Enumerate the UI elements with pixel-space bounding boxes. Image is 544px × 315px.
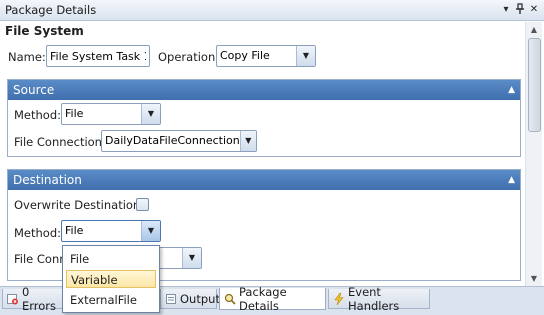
tab-label: Event Handlers — [348, 284, 400, 313]
overwrite-checkbox[interactable] — [136, 198, 149, 211]
source-connection-select[interactable]: DailyDataFileConnection ▼ — [101, 130, 257, 152]
package-details-icon — [224, 293, 236, 305]
tab-output[interactable]: Output — [160, 289, 220, 309]
destination-header-label: Destination — [13, 173, 82, 187]
dropdown-option-variable[interactable]: Variable — [66, 270, 156, 288]
tab-event-handlers[interactable]: Event Handlers — [328, 285, 430, 313]
chevron-down-icon[interactable]: ▼ — [182, 248, 201, 268]
scroll-down-icon[interactable]: ▼ — [526, 271, 542, 286]
destination-method-select[interactable]: File ▼ — [61, 220, 161, 242]
chevron-down-icon[interactable]: ▼ — [239, 131, 256, 151]
overwrite-label: Overwrite Destination: — [14, 198, 145, 212]
tab-error-list[interactable]: 0 Errors — [2, 285, 64, 313]
section-title: File System — [5, 24, 84, 38]
source-method-value: File — [65, 107, 84, 120]
output-icon — [165, 293, 177, 305]
method-dropdown-list: File Variable ExternalFile — [62, 245, 160, 313]
pin-icon[interactable] — [514, 3, 526, 16]
tab-package-details[interactable]: Package Details — [219, 284, 326, 313]
operation-value: Copy File — [220, 49, 270, 62]
dropdown-option-file[interactable]: File — [66, 250, 156, 268]
close-icon[interactable]: ✕ — [528, 3, 540, 16]
destination-connection-label: File Conn — [14, 252, 67, 266]
collapse-up-icon[interactable]: ▲ — [508, 80, 515, 100]
chevron-down-icon[interactable]: ▼ — [296, 46, 315, 66]
operation-select[interactable]: Copy File ▼ — [216, 45, 316, 67]
chevron-down-icon[interactable]: ▼ — [141, 221, 160, 241]
source-header-label: Source — [13, 83, 55, 97]
tab-label: Output — [180, 291, 220, 306]
operation-label: Operation: — [158, 50, 220, 64]
destination-header[interactable]: Destination ▲ — [8, 170, 520, 190]
source-method-label: Method: — [14, 108, 62, 122]
destination-connection-select[interactable]: ▼ — [158, 247, 202, 269]
scrollbar-thumb[interactable] — [528, 38, 541, 132]
scroll-up-icon[interactable]: ▲ — [526, 22, 542, 37]
collapse-up-icon[interactable]: ▲ — [508, 170, 515, 190]
name-label: Name: — [8, 50, 46, 64]
source-header[interactable]: Source ▲ — [8, 80, 520, 100]
dropdown-option-externalfile[interactable]: ExternalFile — [66, 291, 156, 309]
source-method-select[interactable]: File ▼ — [61, 103, 161, 125]
chevron-down-icon[interactable]: ▼ — [141, 104, 160, 124]
source-connection-value: DailyDataFileConnection — [105, 134, 240, 147]
destination-method-value: File — [65, 224, 84, 237]
lightning-icon — [333, 292, 345, 305]
tab-label: Package Details — [239, 284, 287, 313]
name-input[interactable] — [46, 45, 150, 67]
panel-title: Package Details — [5, 3, 97, 17]
tab-label: 0 Errors — [22, 284, 57, 313]
window-menu-dropdown-icon[interactable]: ▾ — [500, 3, 512, 16]
destination-method-label: Method: — [14, 226, 62, 240]
error-list-icon — [7, 293, 19, 305]
source-connection-label: File Connection: — [14, 135, 106, 149]
